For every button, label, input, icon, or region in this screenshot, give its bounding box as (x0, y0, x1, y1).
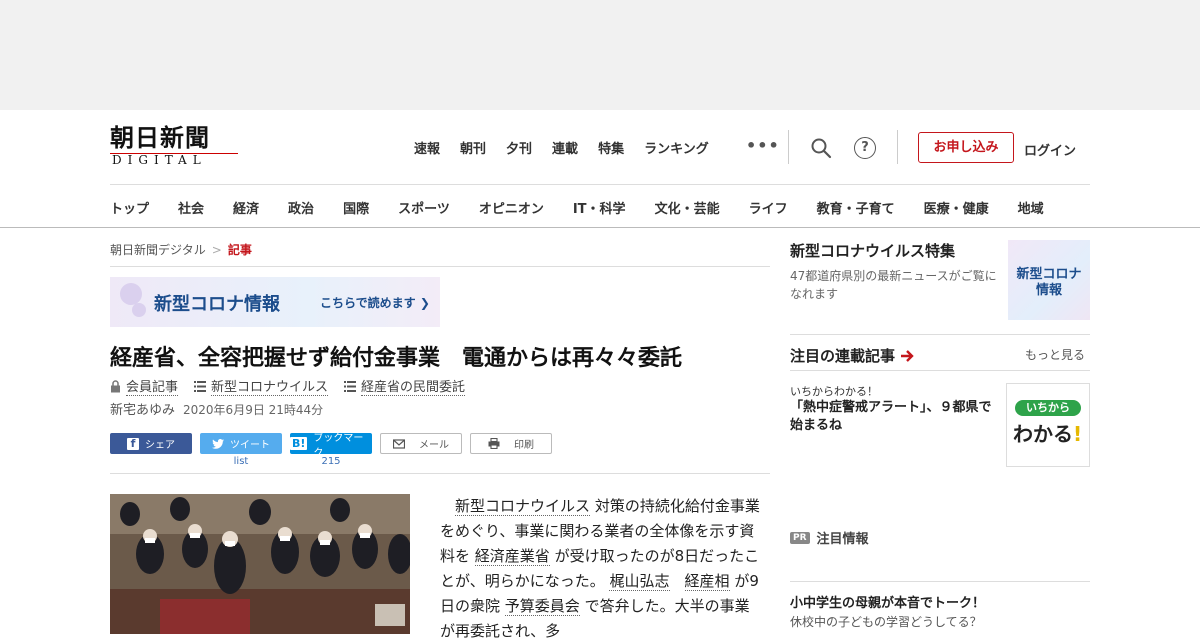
keyword-link[interactable]: 経済産業省 (474, 547, 550, 566)
hatena-icon: B! (290, 437, 308, 450)
divider (790, 581, 1090, 582)
logo-red-line (110, 153, 238, 154)
category-sports[interactable]: スポーツ (398, 198, 450, 217)
publish-date: 2020年6月9日 21時44分 (183, 403, 324, 417)
hatena-bookmark-count[interactable]: 215 (290, 456, 372, 467)
series-thumbnail[interactable]: いちから わかる! (1006, 383, 1090, 467)
breadcrumb-separator: > (211, 243, 222, 257)
divider (790, 334, 1090, 335)
topic-tag-covid[interactable]: 新型コロナウイルス (194, 376, 329, 396)
printer-icon (488, 438, 500, 449)
article-tags: 会員記事 新型コロナウイルス 経産省の民間委託 (110, 376, 466, 396)
covid-feature-desc: 47都道府県別の最新ニュースがご覧になれます (790, 269, 997, 301)
divider (897, 130, 898, 164)
see-more-link[interactable]: もっと見る (1025, 346, 1085, 363)
series-kicker: いちからわかる！ (790, 385, 878, 398)
pr-item-desc[interactable]: 休校中の子どもの学習どうしてる？ (790, 613, 982, 630)
facebook-share-button[interactable]: f シェア (110, 433, 192, 454)
category-it-science[interactable]: IT・科学 (573, 198, 626, 217)
top-nav-item-evening[interactable]: 夕刊 (506, 138, 532, 157)
lock-icon (111, 379, 120, 392)
top-nav-item-morning[interactable]: 朝刊 (460, 138, 486, 157)
top-nav-item-breaking[interactable]: 速報 (414, 138, 440, 157)
login-button[interactable]: ログイン (1024, 140, 1076, 159)
list-icon (344, 380, 357, 392)
pr-item-title[interactable]: 小中学生の母親が本音でトーク！ (790, 592, 985, 611)
author-name: 新宅あゆみ (110, 403, 176, 418)
byline: 新宅あゆみ 2020年6月9日 21時44分 (110, 399, 323, 418)
keyword-link[interactable]: 経産相 (684, 572, 730, 591)
logo-main-text: 朝日新聞 (110, 123, 210, 152)
category-opinion[interactable]: オピニオン (479, 198, 544, 217)
subscribe-button[interactable]: お申し込み (918, 132, 1014, 163)
logo-sub-text: DIGITAL (112, 153, 207, 167)
chevron-right-icon: ❯ (419, 296, 430, 310)
decorative-bubble (132, 303, 146, 317)
top-nav-item-series[interactable]: 連載 (552, 138, 578, 157)
keyword-link[interactable]: 新型コロナウイルス (455, 497, 591, 516)
tag-label: 経産省の民間委託 (361, 376, 466, 396)
tag-label: 新型コロナウイルス (211, 376, 329, 396)
hatena-bookmark-button[interactable]: B! ブックマーク 215 (290, 433, 372, 467)
top-nav: 速報 朝刊 夕刊 連載 特集 ランキング (414, 138, 729, 157)
category-education[interactable]: 教育・子育て (817, 198, 895, 217)
mail-share-button[interactable]: メール (380, 433, 462, 454)
keyword-link[interactable]: 予算委員会 (504, 597, 580, 616)
divider (788, 130, 789, 164)
twitter-share-button[interactable]: ツイート list (200, 433, 282, 467)
thumb-badge: いちから (1015, 400, 1081, 416)
divider (110, 473, 770, 474)
category-life[interactable]: ライフ (749, 198, 788, 217)
tag-label: 会員記事 (126, 376, 179, 396)
category-politics[interactable]: 政治 (288, 198, 314, 217)
top-nav-item-features[interactable]: 特集 (598, 138, 624, 157)
category-international[interactable]: 国際 (343, 198, 369, 217)
category-region[interactable]: 地域 (1018, 198, 1044, 217)
search-icon[interactable] (810, 137, 832, 159)
site-header: 朝日新聞 DIGITAL 速報 朝刊 夕刊 連載 特集 ランキング ••• ? … (0, 110, 1200, 228)
divider (790, 370, 1090, 371)
covid-banner-title: 新型コロナ情報 (154, 294, 280, 315)
category-nav: トップ 社会 経済 政治 国際 スポーツ オピニオン IT・科学 文化・芸能 ラ… (110, 198, 1044, 217)
category-culture[interactable]: 文化・芸能 (655, 198, 720, 217)
topic-tag-meti[interactable]: 経産省の民間委託 (344, 376, 466, 396)
covid-feature-thumbnail[interactable]: 新型コロナ 情報 (1008, 240, 1090, 320)
divider (110, 266, 770, 267)
breadcrumb-current: 記事 (227, 243, 252, 257)
article-photo[interactable] (110, 494, 410, 634)
ad-banner-area (0, 0, 1200, 110)
breadcrumb-home[interactable]: 朝日新聞デジタル (110, 243, 206, 257)
top-nav-item-ranking[interactable]: ランキング (644, 138, 709, 157)
decorative-bubble (120, 283, 142, 305)
pr-badge: PR (790, 531, 810, 544)
facebook-icon: f (127, 437, 139, 450)
category-top[interactable]: トップ (110, 198, 149, 217)
covid-info-banner[interactable]: 新型コロナ情報 こちらで読めます ❯ (110, 277, 440, 327)
breadcrumb: 朝日新聞デジタル > 記事 (110, 241, 252, 258)
twitter-bird-icon (212, 438, 224, 449)
arrow-right-icon (901, 349, 914, 362)
member-article-tag[interactable]: 会員記事 (110, 376, 179, 396)
featured-series-heading: 注目の連載記事 (790, 345, 915, 366)
list-icon (194, 380, 207, 392)
site-logo[interactable]: 朝日新聞 DIGITAL (110, 124, 240, 170)
category-society[interactable]: 社会 (178, 198, 204, 217)
print-button[interactable]: 印刷 (470, 433, 552, 454)
thumb-title: わかる! (1013, 422, 1083, 446)
article-body: 新型コロナウイルス 対策の持続化給付金事業をめぐり、事業に関わる業者の全体像を示… (440, 497, 760, 640)
share-bar: f シェア ツイート list B! ブックマーク 215 メール 印刷 (110, 433, 560, 467)
category-health[interactable]: 医療・健康 (924, 198, 989, 217)
header-divider (110, 184, 1090, 185)
covid-banner-link: こちらで読めます ❯ (320, 296, 430, 310)
more-menu-icon[interactable]: ••• (746, 136, 780, 155)
pr-section-heading: PR 注目情報 (790, 528, 869, 547)
mail-icon (393, 438, 405, 449)
article-title: 経産省、全容把握せず給付金事業 電通からは再々々委託 (110, 346, 683, 371)
category-economy[interactable]: 経済 (233, 198, 259, 217)
twitter-share-count[interactable]: list (200, 456, 282, 467)
series-article-title[interactable]: 「熱中症警戒アラート」、９都県で始まるね (790, 399, 1002, 435)
keyword-link[interactable]: 梶山弘志 (609, 572, 670, 591)
help-icon[interactable]: ? (854, 137, 876, 159)
